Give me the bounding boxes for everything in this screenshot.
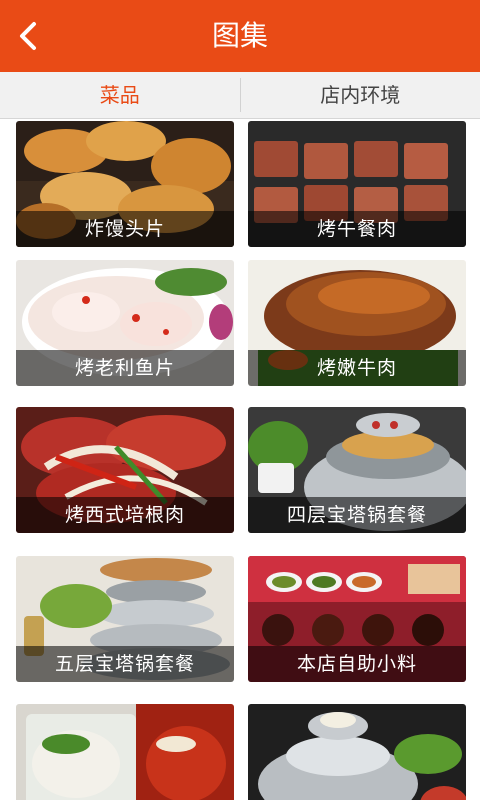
gallery-item[interactable]: 炸馒头片 bbox=[16, 121, 234, 247]
food-photo bbox=[248, 704, 466, 800]
gallery-item[interactable]: 四层宝塔锅套餐 bbox=[248, 407, 466, 533]
page-title: 图集 bbox=[211, 19, 268, 52]
tab-bar: 菜品 店内环境 bbox=[0, 72, 480, 119]
food-photo bbox=[16, 704, 234, 800]
gallery-item[interactable]: 烤嫩牛肉 bbox=[248, 260, 466, 386]
gallery-item[interactable] bbox=[16, 704, 234, 800]
item-caption: 四层宝塔锅套餐 bbox=[248, 497, 466, 533]
tab-dishes[interactable]: 菜品 bbox=[0, 72, 240, 118]
item-caption: 五层宝塔锅套餐 bbox=[16, 646, 234, 682]
item-caption: 烤西式培根肉 bbox=[16, 497, 234, 533]
item-caption: 烤嫩牛肉 bbox=[248, 350, 466, 386]
item-caption: 烤午餐肉 bbox=[248, 211, 466, 247]
photo-grid: 炸馒头片 烤午餐肉 烤老利鱼片 烤嫩牛肉 烤西式培根肉 四层宝塔锅套餐 五层宝塔… bbox=[0, 119, 480, 800]
gallery-item[interactable] bbox=[248, 704, 466, 800]
gallery-item[interactable]: 烤西式培根肉 bbox=[16, 407, 234, 533]
tab-environment[interactable]: 店内环境 bbox=[241, 72, 480, 118]
gallery-item[interactable]: 烤老利鱼片 bbox=[16, 260, 234, 386]
gallery-item[interactable]: 本店自助小料 bbox=[248, 556, 466, 682]
item-caption: 烤老利鱼片 bbox=[16, 350, 234, 386]
item-caption: 本店自助小料 bbox=[248, 646, 466, 682]
gallery-item[interactable]: 烤午餐肉 bbox=[248, 121, 466, 247]
app-header: 图集 bbox=[0, 0, 480, 72]
gallery-item[interactable]: 五层宝塔锅套餐 bbox=[16, 556, 234, 682]
item-caption: 炸馒头片 bbox=[16, 211, 234, 247]
